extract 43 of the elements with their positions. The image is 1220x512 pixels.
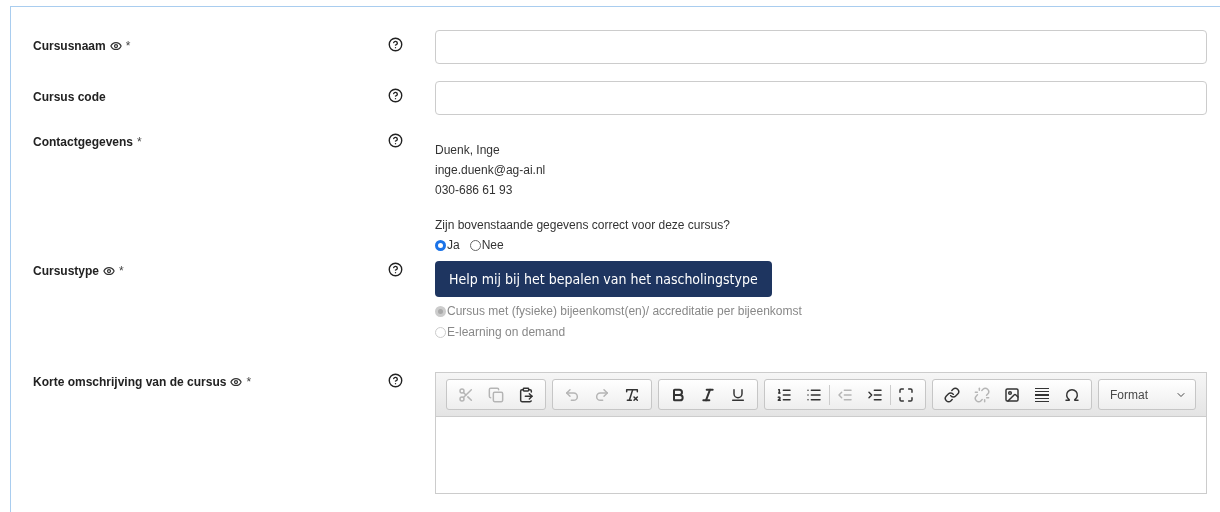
contact-line: 030-686 61 93 xyxy=(435,182,514,199)
required-mark: * xyxy=(125,39,131,53)
bold-icon xyxy=(670,386,686,403)
rich-text-editor[interactable]: Format xyxy=(435,372,1207,494)
maximize-icon xyxy=(898,386,914,403)
help-icon[interactable] xyxy=(388,133,403,148)
numbered-list-icon xyxy=(776,386,792,403)
horizontal-line-icon xyxy=(1035,387,1049,402)
text-field[interactable] xyxy=(435,30,1207,64)
underline-icon xyxy=(730,386,746,403)
help-icon[interactable] xyxy=(388,262,403,277)
field-label: Korte omschrijving van de cursus xyxy=(33,375,227,389)
text-field[interactable] xyxy=(435,81,1207,115)
copy-icon xyxy=(488,386,504,403)
clear-format-icon xyxy=(624,386,640,403)
field-label: Cursus code xyxy=(33,90,106,104)
unlink-icon xyxy=(974,386,990,403)
image-icon xyxy=(1004,386,1020,403)
radio-button[interactable] xyxy=(469,240,481,251)
cut-icon xyxy=(458,386,474,403)
omega-icon xyxy=(1064,386,1080,403)
undo-icon xyxy=(564,386,580,403)
question-text: Zijn bovenstaande gegevens correct voor deze cursus? xyxy=(435,217,731,234)
field-label: Contactgegevens xyxy=(33,135,134,149)
redo-icon xyxy=(594,386,610,403)
italic-icon xyxy=(700,386,716,403)
radio-button[interactable] xyxy=(435,240,446,251)
required-mark: * xyxy=(137,135,142,149)
help-button[interactable]: Help mij bij het bepalen van het nascholingstype xyxy=(435,261,772,297)
contact-line: inge.duenk@ag-ai.nl xyxy=(435,162,547,179)
contact-line: Duenk, Inge xyxy=(435,142,501,159)
field-label: Cursustype xyxy=(33,264,100,278)
help-icon[interactable] xyxy=(388,373,403,388)
help-icon[interactable] xyxy=(388,88,403,103)
field-label: Cursusnaam xyxy=(33,39,106,53)
format-dropdown[interactable]: Format xyxy=(1098,379,1196,410)
paste-icon xyxy=(518,386,534,403)
required-mark: * xyxy=(119,264,124,278)
link-icon xyxy=(944,386,960,403)
help-icon[interactable] xyxy=(388,37,403,52)
radio-option[interactable]: Nee xyxy=(469,235,504,256)
radio-option[interactable]: Ja xyxy=(435,235,460,256)
required-mark: * xyxy=(246,375,252,389)
